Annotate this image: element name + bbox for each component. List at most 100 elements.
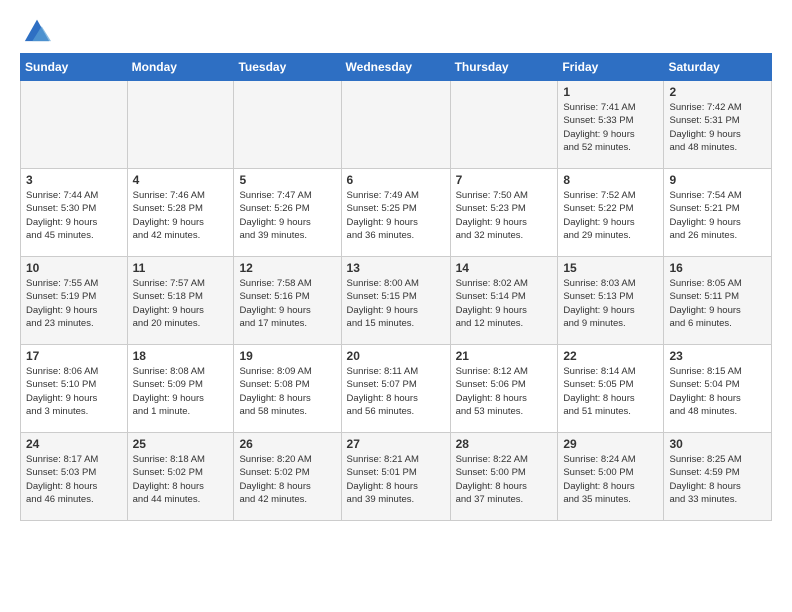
- day-info: Sunrise: 8:22 AM Sunset: 5:00 PM Dayligh…: [456, 453, 553, 506]
- day-number: 2: [669, 85, 766, 99]
- calendar-week-row: 24 Sunrise: 8:17 AM Sunset: 5:03 PM Dayli…: [21, 433, 772, 521]
- day-number: 5: [239, 173, 335, 187]
- day-number: 10: [26, 261, 122, 275]
- day-number: 3: [26, 173, 122, 187]
- calendar-day-cell: 11 Sunrise: 7:57 AM Sunset: 5:18 PM Dayli…: [127, 257, 234, 345]
- calendar-day-header: Saturday: [664, 54, 772, 81]
- day-info: Sunrise: 7:57 AM Sunset: 5:18 PM Dayligh…: [133, 277, 229, 330]
- day-info: Sunrise: 7:41 AM Sunset: 5:33 PM Dayligh…: [563, 101, 658, 154]
- calendar-day-cell: 20 Sunrise: 8:11 AM Sunset: 5:07 PM Dayli…: [341, 345, 450, 433]
- day-number: 17: [26, 349, 122, 363]
- day-info: Sunrise: 8:20 AM Sunset: 5:02 PM Dayligh…: [239, 453, 335, 506]
- day-number: 23: [669, 349, 766, 363]
- day-info: Sunrise: 8:25 AM Sunset: 4:59 PM Dayligh…: [669, 453, 766, 506]
- day-number: 11: [133, 261, 229, 275]
- calendar-day-header: Tuesday: [234, 54, 341, 81]
- day-info: Sunrise: 7:52 AM Sunset: 5:22 PM Dayligh…: [563, 189, 658, 242]
- calendar-day-cell: 23 Sunrise: 8:15 AM Sunset: 5:04 PM Dayli…: [664, 345, 772, 433]
- header: [20, 15, 772, 43]
- calendar-day-cell: 27 Sunrise: 8:21 AM Sunset: 5:01 PM Dayli…: [341, 433, 450, 521]
- calendar-day-cell: 28 Sunrise: 8:22 AM Sunset: 5:00 PM Dayli…: [450, 433, 558, 521]
- calendar-empty-cell: [341, 81, 450, 169]
- day-number: 29: [563, 437, 658, 451]
- day-number: 24: [26, 437, 122, 451]
- day-info: Sunrise: 8:17 AM Sunset: 5:03 PM Dayligh…: [26, 453, 122, 506]
- day-number: 8: [563, 173, 658, 187]
- day-number: 13: [347, 261, 445, 275]
- calendar-day-cell: 10 Sunrise: 7:55 AM Sunset: 5:19 PM Dayli…: [21, 257, 128, 345]
- day-number: 9: [669, 173, 766, 187]
- calendar-day-cell: 6 Sunrise: 7:49 AM Sunset: 5:25 PM Daylig…: [341, 169, 450, 257]
- calendar-day-cell: 9 Sunrise: 7:54 AM Sunset: 5:21 PM Daylig…: [664, 169, 772, 257]
- calendar-day-cell: 2 Sunrise: 7:42 AM Sunset: 5:31 PM Daylig…: [664, 81, 772, 169]
- calendar-empty-cell: [450, 81, 558, 169]
- day-info: Sunrise: 8:09 AM Sunset: 5:08 PM Dayligh…: [239, 365, 335, 418]
- calendar-table: SundayMondayTuesdayWednesdayThursdayFrid…: [20, 53, 772, 521]
- calendar-empty-cell: [21, 81, 128, 169]
- calendar-week-row: 17Sunrise: 8:06 AM Sunset: 5:10 PM Dayli…: [21, 345, 772, 433]
- day-info: Sunrise: 7:55 AM Sunset: 5:19 PM Dayligh…: [26, 277, 122, 330]
- day-number: 28: [456, 437, 553, 451]
- calendar-day-cell: 16 Sunrise: 8:05 AM Sunset: 5:11 PM Dayli…: [664, 257, 772, 345]
- day-number: 19: [239, 349, 335, 363]
- day-info: Sunrise: 8:02 AM Sunset: 5:14 PM Dayligh…: [456, 277, 553, 330]
- day-number: 6: [347, 173, 445, 187]
- calendar-day-header: Monday: [127, 54, 234, 81]
- day-info: Sunrise: 8:18 AM Sunset: 5:02 PM Dayligh…: [133, 453, 229, 506]
- calendar-day-cell: 7 Sunrise: 7:50 AM Sunset: 5:23 PM Daylig…: [450, 169, 558, 257]
- day-number: 4: [133, 173, 229, 187]
- day-info: Sunrise: 7:47 AM Sunset: 5:26 PM Dayligh…: [239, 189, 335, 242]
- page-container: SundayMondayTuesdayWednesdayThursdayFrid…: [0, 0, 792, 531]
- day-number: 20: [347, 349, 445, 363]
- calendar-day-cell: 3 Sunrise: 7:44 AM Sunset: 5:30 PM Daylig…: [21, 169, 128, 257]
- day-info: Sunrise: 8:03 AM Sunset: 5:13 PM Dayligh…: [563, 277, 658, 330]
- calendar-day-cell: 8 Sunrise: 7:52 AM Sunset: 5:22 PM Daylig…: [558, 169, 664, 257]
- calendar-header-row: SundayMondayTuesdayWednesdayThursdayFrid…: [21, 54, 772, 81]
- calendar-day-cell: 25Sunrise: 8:18 AM Sunset: 5:02 PM Dayli…: [127, 433, 234, 521]
- calendar-day-header: Sunday: [21, 54, 128, 81]
- logo: [20, 15, 51, 43]
- day-number: 16: [669, 261, 766, 275]
- day-number: 26: [239, 437, 335, 451]
- day-info: Sunrise: 8:21 AM Sunset: 5:01 PM Dayligh…: [347, 453, 445, 506]
- day-number: 14: [456, 261, 553, 275]
- day-info: Sunrise: 8:24 AM Sunset: 5:00 PM Dayligh…: [563, 453, 658, 506]
- calendar-day-cell: 5 Sunrise: 7:47 AM Sunset: 5:26 PM Daylig…: [234, 169, 341, 257]
- day-info: Sunrise: 7:49 AM Sunset: 5:25 PM Dayligh…: [347, 189, 445, 242]
- calendar-day-cell: 30Sunrise: 8:25 AM Sunset: 4:59 PM Dayli…: [664, 433, 772, 521]
- day-info: Sunrise: 7:46 AM Sunset: 5:28 PM Dayligh…: [133, 189, 229, 242]
- day-number: 18: [133, 349, 229, 363]
- day-info: Sunrise: 7:44 AM Sunset: 5:30 PM Dayligh…: [26, 189, 122, 242]
- calendar-day-cell: 18 Sunrise: 8:08 AM Sunset: 5:09 PM Dayli…: [127, 345, 234, 433]
- day-number: 15: [563, 261, 658, 275]
- calendar-week-row: 3 Sunrise: 7:44 AM Sunset: 5:30 PM Daylig…: [21, 169, 772, 257]
- calendar-empty-cell: [234, 81, 341, 169]
- calendar-week-row: 1Sunrise: 7:41 AM Sunset: 5:33 PM Daylig…: [21, 81, 772, 169]
- calendar-day-cell: 12 Sunrise: 7:58 AM Sunset: 5:16 PM Dayli…: [234, 257, 341, 345]
- day-info: Sunrise: 8:12 AM Sunset: 5:06 PM Dayligh…: [456, 365, 553, 418]
- calendar-day-cell: 21 Sunrise: 8:12 AM Sunset: 5:06 PM Dayli…: [450, 345, 558, 433]
- day-info: Sunrise: 7:58 AM Sunset: 5:16 PM Dayligh…: [239, 277, 335, 330]
- calendar-day-cell: 1Sunrise: 7:41 AM Sunset: 5:33 PM Daylig…: [558, 81, 664, 169]
- calendar-empty-cell: [127, 81, 234, 169]
- day-info: Sunrise: 8:14 AM Sunset: 5:05 PM Dayligh…: [563, 365, 658, 418]
- calendar-day-cell: 19 Sunrise: 8:09 AM Sunset: 5:08 PM Dayli…: [234, 345, 341, 433]
- day-info: Sunrise: 8:05 AM Sunset: 5:11 PM Dayligh…: [669, 277, 766, 330]
- day-number: 12: [239, 261, 335, 275]
- calendar-day-cell: 4 Sunrise: 7:46 AM Sunset: 5:28 PM Daylig…: [127, 169, 234, 257]
- calendar-day-header: Friday: [558, 54, 664, 81]
- day-number: 27: [347, 437, 445, 451]
- day-info: Sunrise: 7:42 AM Sunset: 5:31 PM Dayligh…: [669, 101, 766, 154]
- day-info: Sunrise: 7:54 AM Sunset: 5:21 PM Dayligh…: [669, 189, 766, 242]
- day-info: Sunrise: 8:08 AM Sunset: 5:09 PM Dayligh…: [133, 365, 229, 418]
- day-info: Sunrise: 8:15 AM Sunset: 5:04 PM Dayligh…: [669, 365, 766, 418]
- calendar-day-cell: 15 Sunrise: 8:03 AM Sunset: 5:13 PM Dayli…: [558, 257, 664, 345]
- day-number: 7: [456, 173, 553, 187]
- day-number: 21: [456, 349, 553, 363]
- calendar-day-cell: 29 Sunrise: 8:24 AM Sunset: 5:00 PM Dayli…: [558, 433, 664, 521]
- day-info: Sunrise: 7:50 AM Sunset: 5:23 PM Dayligh…: [456, 189, 553, 242]
- calendar-day-cell: 22Sunrise: 8:14 AM Sunset: 5:05 PM Dayli…: [558, 345, 664, 433]
- calendar-day-header: Thursday: [450, 54, 558, 81]
- calendar-day-cell: 26 Sunrise: 8:20 AM Sunset: 5:02 PM Dayli…: [234, 433, 341, 521]
- day-info: Sunrise: 8:11 AM Sunset: 5:07 PM Dayligh…: [347, 365, 445, 418]
